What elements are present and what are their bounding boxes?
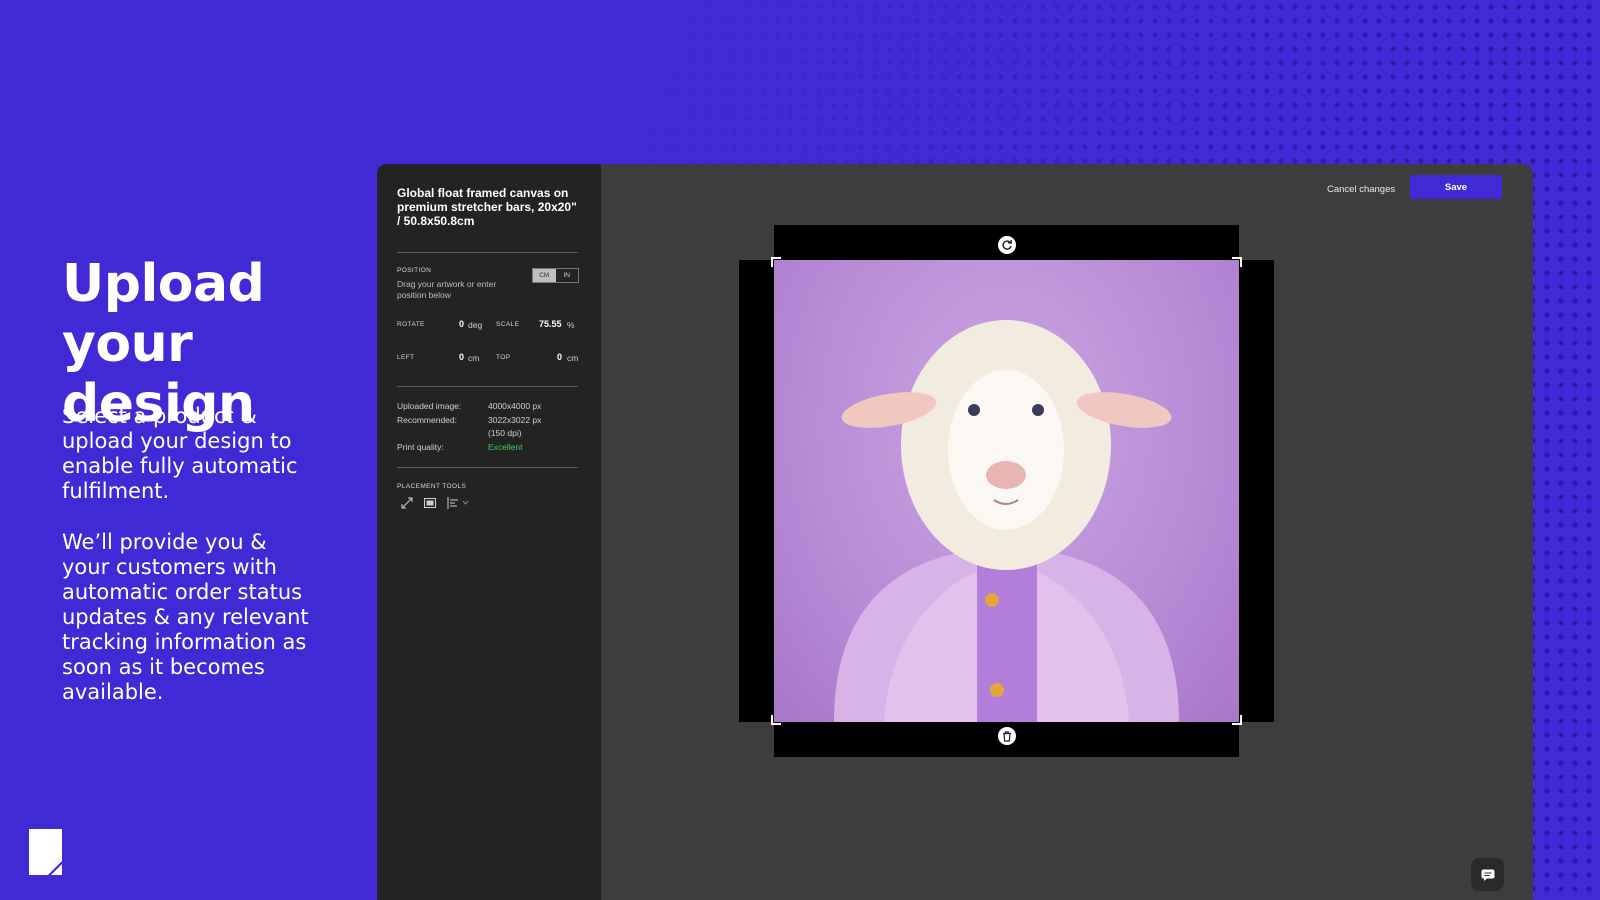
left-unit: cm	[468, 353, 480, 363]
recommended-label: Recommended:	[397, 415, 458, 425]
save-button[interactable]: Save	[1410, 175, 1502, 199]
quality-value: Excellent	[488, 442, 523, 452]
rotate-label: ROTATE	[397, 321, 425, 328]
divider	[397, 467, 578, 468]
resize-handle-top-left[interactable]	[771, 257, 781, 267]
hero-paragraph-1: Select a product & upload your design to…	[62, 404, 298, 503]
recommended-dpi: (150 dpi)	[488, 428, 522, 438]
placement-tools-label: PLACEMENT TOOLS	[397, 483, 467, 490]
unit-cm-button[interactable]: CM	[533, 269, 556, 282]
chevron-down-icon[interactable]	[462, 500, 469, 506]
divider	[397, 386, 578, 387]
trash-icon	[1003, 730, 1011, 742]
scale-input[interactable]: 75.55	[539, 319, 562, 329]
sheep-illustration	[834, 320, 1179, 722]
rotate-handle-button[interactable]	[998, 236, 1016, 254]
brand-logo-icon	[29, 829, 62, 875]
resize-handle-top-right[interactable]	[1232, 257, 1242, 267]
quality-label: Print quality:	[397, 442, 444, 452]
left-input[interactable]: 0	[459, 352, 464, 362]
left-label: LEFT	[397, 354, 415, 361]
scale-label: SCALE	[496, 321, 520, 328]
scale-unit: %	[567, 320, 575, 330]
unit-toggle: CM IN	[532, 268, 579, 283]
expand-icon[interactable]	[401, 497, 413, 509]
top-unit: cm	[567, 353, 579, 363]
editor-sidebar: Global float framed canvas on premium st…	[377, 164, 601, 900]
position-label: POSITION	[397, 267, 432, 274]
canvas-preview	[739, 225, 1274, 757]
rotate-input[interactable]: 0	[459, 319, 464, 329]
rotate-unit: deg	[468, 320, 483, 330]
unit-in-button[interactable]: IN	[556, 269, 579, 282]
chat-button[interactable]	[1471, 858, 1504, 891]
divider	[397, 252, 578, 253]
resize-handle-bottom-right[interactable]	[1232, 715, 1242, 725]
uploaded-label: Uploaded image:	[397, 401, 462, 411]
position-hint: Drag your artwork or enter position belo…	[397, 279, 497, 300]
uploaded-value: 4000x4000 px	[488, 401, 542, 411]
delete-artwork-button[interactable]	[998, 727, 1016, 745]
cancel-changes-button[interactable]: Cancel changes	[1327, 180, 1395, 200]
headline-line-1: Upload	[62, 254, 265, 314]
hero-paragraph-2: We’ll provide you & your customers with …	[62, 530, 309, 704]
resize-handle-bottom-left[interactable]	[771, 715, 781, 725]
top-input[interactable]: 0	[557, 352, 562, 362]
chat-icon	[1481, 869, 1494, 881]
rotate-icon	[1002, 239, 1012, 250]
recommended-value: 3022x3022 px	[488, 415, 542, 425]
top-label: TOP	[496, 354, 511, 361]
fit-icon[interactable]	[424, 498, 436, 508]
product-title: Global float framed canvas on premium st…	[397, 186, 577, 228]
editor-window: Global float framed canvas on premium st…	[377, 164, 1533, 900]
align-left-icon[interactable]	[447, 497, 459, 509]
uploaded-artwork[interactable]	[774, 260, 1239, 722]
